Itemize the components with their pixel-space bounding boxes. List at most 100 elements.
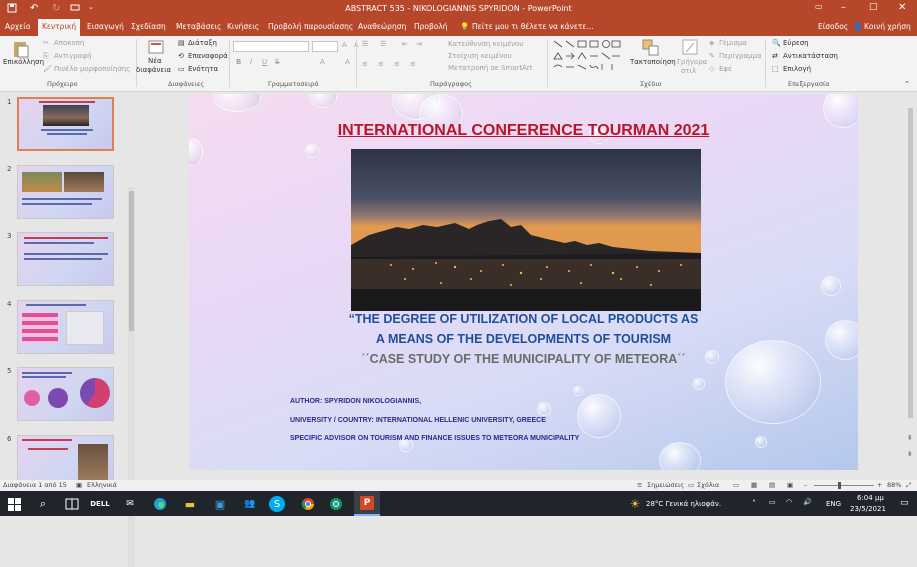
subtitle-line-1[interactable]: “THE DEGREE OF UTILIZATION OF LOCAL PROD… <box>189 312 858 326</box>
slide-thumbnail-5[interactable] <box>17 367 114 421</box>
dell-icon[interactable]: DELL <box>90 494 110 514</box>
normal-view-icon[interactable]: ▭ <box>733 481 739 489</box>
shapes-gallery[interactable] <box>552 39 622 73</box>
tab-file[interactable]: Αρχείο <box>5 22 30 31</box>
slide-sorter-icon[interactable]: ▦ <box>751 481 757 489</box>
align-right-icon[interactable]: ≡ <box>394 60 400 68</box>
shape-effects-button[interactable]: Εφέ <box>719 65 732 73</box>
zoom-slider[interactable] <box>814 485 874 486</box>
zoom-out-icon[interactable]: – <box>804 481 807 489</box>
zoom-level[interactable]: 88% <box>887 481 901 489</box>
cut-button[interactable]: Αποκοπή <box>54 39 84 47</box>
slide-canvas[interactable]: INTERNATIONAL CONFERENCE TOURMAN 2021 “T… <box>189 94 858 470</box>
share-button[interactable]: Κοινή χρήση <box>864 22 911 31</box>
smartart-button[interactable]: Μετατροπή σε SmartArt <box>448 64 533 72</box>
close-icon[interactable]: ✕ <box>898 2 906 13</box>
slideshow-view-icon[interactable]: ▣ <box>787 481 793 489</box>
zoom-slider-thumb[interactable] <box>838 482 841 489</box>
align-center-icon[interactable]: ≡ <box>378 60 384 68</box>
minimize-icon[interactable]: – <box>841 2 846 13</box>
clock-date[interactable]: 23/5/2021 <box>850 505 886 513</box>
format-painter-button[interactable]: Πινέλο μορφοποίησης <box>54 65 130 73</box>
network-icon[interactable]: ▭ <box>769 498 776 506</box>
slide-thumbnail-4[interactable] <box>17 300 114 354</box>
reset-button[interactable]: Επαναφορά <box>188 52 228 60</box>
file-explorer-icon[interactable]: ▬ <box>180 494 200 514</box>
italic-button[interactable]: I <box>250 58 252 66</box>
edge-icon[interactable] <box>150 494 170 514</box>
slide-scrollbar[interactable]: ⇞ ⇟ <box>906 94 915 472</box>
font-name-box[interactable] <box>233 41 309 52</box>
chrome-alt-icon[interactable] <box>326 494 346 514</box>
paste-button[interactable]: Επικόλληση <box>3 58 44 66</box>
fit-slide-icon[interactable]: ⤢ <box>906 481 911 490</box>
university-line[interactable]: UNIVERSITY / COUNTRY: INTERNATIONAL HELL… <box>290 417 546 424</box>
tray-chevron-icon[interactable]: ˄ <box>752 499 756 508</box>
underline-button[interactable]: U <box>262 58 267 66</box>
next-slide-icon[interactable]: ⇟ <box>907 450 913 458</box>
input-language[interactable]: ENG <box>826 500 841 508</box>
select-button[interactable]: Επιλογή <box>783 65 811 73</box>
notifications-icon[interactable]: ▭ <box>900 498 909 508</box>
subtitle-line-2[interactable]: A MEANS OF THE DEVELOPMENTS OF TOURISM <box>189 332 858 346</box>
bullets-icon[interactable]: ☰ <box>362 40 368 48</box>
chrome-icon[interactable] <box>298 494 318 514</box>
clock-time[interactable]: 6:04 μμ <box>857 494 884 502</box>
grow-font-button[interactable]: A <box>342 41 347 49</box>
quick-styles-button[interactable]: Γρήγορα <box>677 58 707 66</box>
language-indicator[interactable]: Ελληνικά <box>87 481 117 489</box>
advisor-line[interactable]: SPECIFIC ADVISOR ON TOURISM AND FINANCE … <box>290 435 579 442</box>
scrollbar-thumb[interactable] <box>129 191 134 331</box>
tab-transitions[interactable]: Μεταβάσεις <box>176 22 221 31</box>
search-icon[interactable]: ⌕ <box>33 494 53 514</box>
indent-icon[interactable]: ⇤ <box>402 40 408 48</box>
prev-slide-icon[interactable]: ⇞ <box>907 434 913 442</box>
justify-icon[interactable]: ≡ <box>410 60 416 68</box>
author-line[interactable]: AUTHOR: SPYRIDON NIKOLOGIANNIS, <box>290 398 421 405</box>
copy-button[interactable]: Αντιγραφή <box>54 52 92 60</box>
find-button[interactable]: Εύρεση <box>783 39 809 47</box>
zoom-in-icon[interactable]: + <box>877 481 882 489</box>
tell-me-box[interactable]: Πείτε μου τι θέλετε να κάνετε... <box>472 22 594 31</box>
shape-outline-button[interactable]: Περίγραμμα <box>719 52 762 60</box>
outdent-icon[interactable]: ⇥ <box>416 40 422 48</box>
numbering-icon[interactable]: ☰ <box>380 40 386 48</box>
arrange-icon[interactable] <box>642 39 660 57</box>
highlight-icon[interactable]: A <box>345 58 350 66</box>
replace-button[interactable]: Αντικατάσταση <box>783 52 838 60</box>
mail-icon[interactable]: ✉ <box>120 494 140 514</box>
collapse-ribbon-icon[interactable]: ⌃ <box>904 80 910 88</box>
text-direction-button[interactable]: Κατεύθυνση κειμένου <box>448 40 523 48</box>
quick-styles-icon[interactable] <box>682 39 700 57</box>
tab-design[interactable]: Σχεδίαση <box>131 22 166 31</box>
scrollbar-thumb[interactable] <box>908 108 913 418</box>
ribbon-display-icon[interactable]: ▭ <box>815 2 823 11</box>
signin-link[interactable]: Είσοδος <box>818 22 848 31</box>
tab-insert[interactable]: Εισαγωγή <box>87 22 124 31</box>
slide-thumbnail-1[interactable] <box>17 97 114 151</box>
section-button[interactable]: Ενότητα <box>188 65 218 73</box>
new-slide-icon[interactable] <box>147 39 165 55</box>
tab-animations[interactable]: Κινήσεις <box>227 22 259 31</box>
tab-view[interactable]: Προβολή <box>414 22 448 31</box>
volume-icon[interactable]: 🔊 <box>803 498 812 506</box>
align-text-button[interactable]: Στοίχιση κειμένου <box>448 52 512 60</box>
wifi-icon[interactable]: ◠ <box>786 498 792 506</box>
slide-thumbnail-2[interactable] <box>17 165 114 219</box>
meteora-photo[interactable] <box>351 149 701 311</box>
notes-button[interactable]: Σημειώσεις <box>647 481 684 489</box>
weather-text[interactable]: 28°C Γενικά ηλιοφάν. <box>646 500 721 508</box>
people-icon[interactable]: 👥 <box>240 494 260 514</box>
windows-start-icon[interactable] <box>4 494 24 514</box>
tab-review[interactable]: Αναθεώρηση <box>358 22 406 31</box>
slide-title[interactable]: INTERNATIONAL CONFERENCE TOURMAN 2021 <box>189 122 858 140</box>
strikethrough-button[interactable]: S <box>275 58 279 66</box>
store-icon[interactable]: ▣ <box>210 494 230 514</box>
skype-icon[interactable]: S <box>269 496 285 512</box>
maximize-icon[interactable]: □ <box>869 2 878 12</box>
powerpoint-taskbar-icon[interactable]: P <box>354 491 380 516</box>
arrange-button[interactable]: Τακτοποίηση <box>630 58 676 66</box>
comments-button[interactable]: Σχόλια <box>697 481 719 489</box>
font-size-box[interactable] <box>312 41 338 52</box>
tab-home[interactable]: Κεντρική <box>38 19 81 36</box>
